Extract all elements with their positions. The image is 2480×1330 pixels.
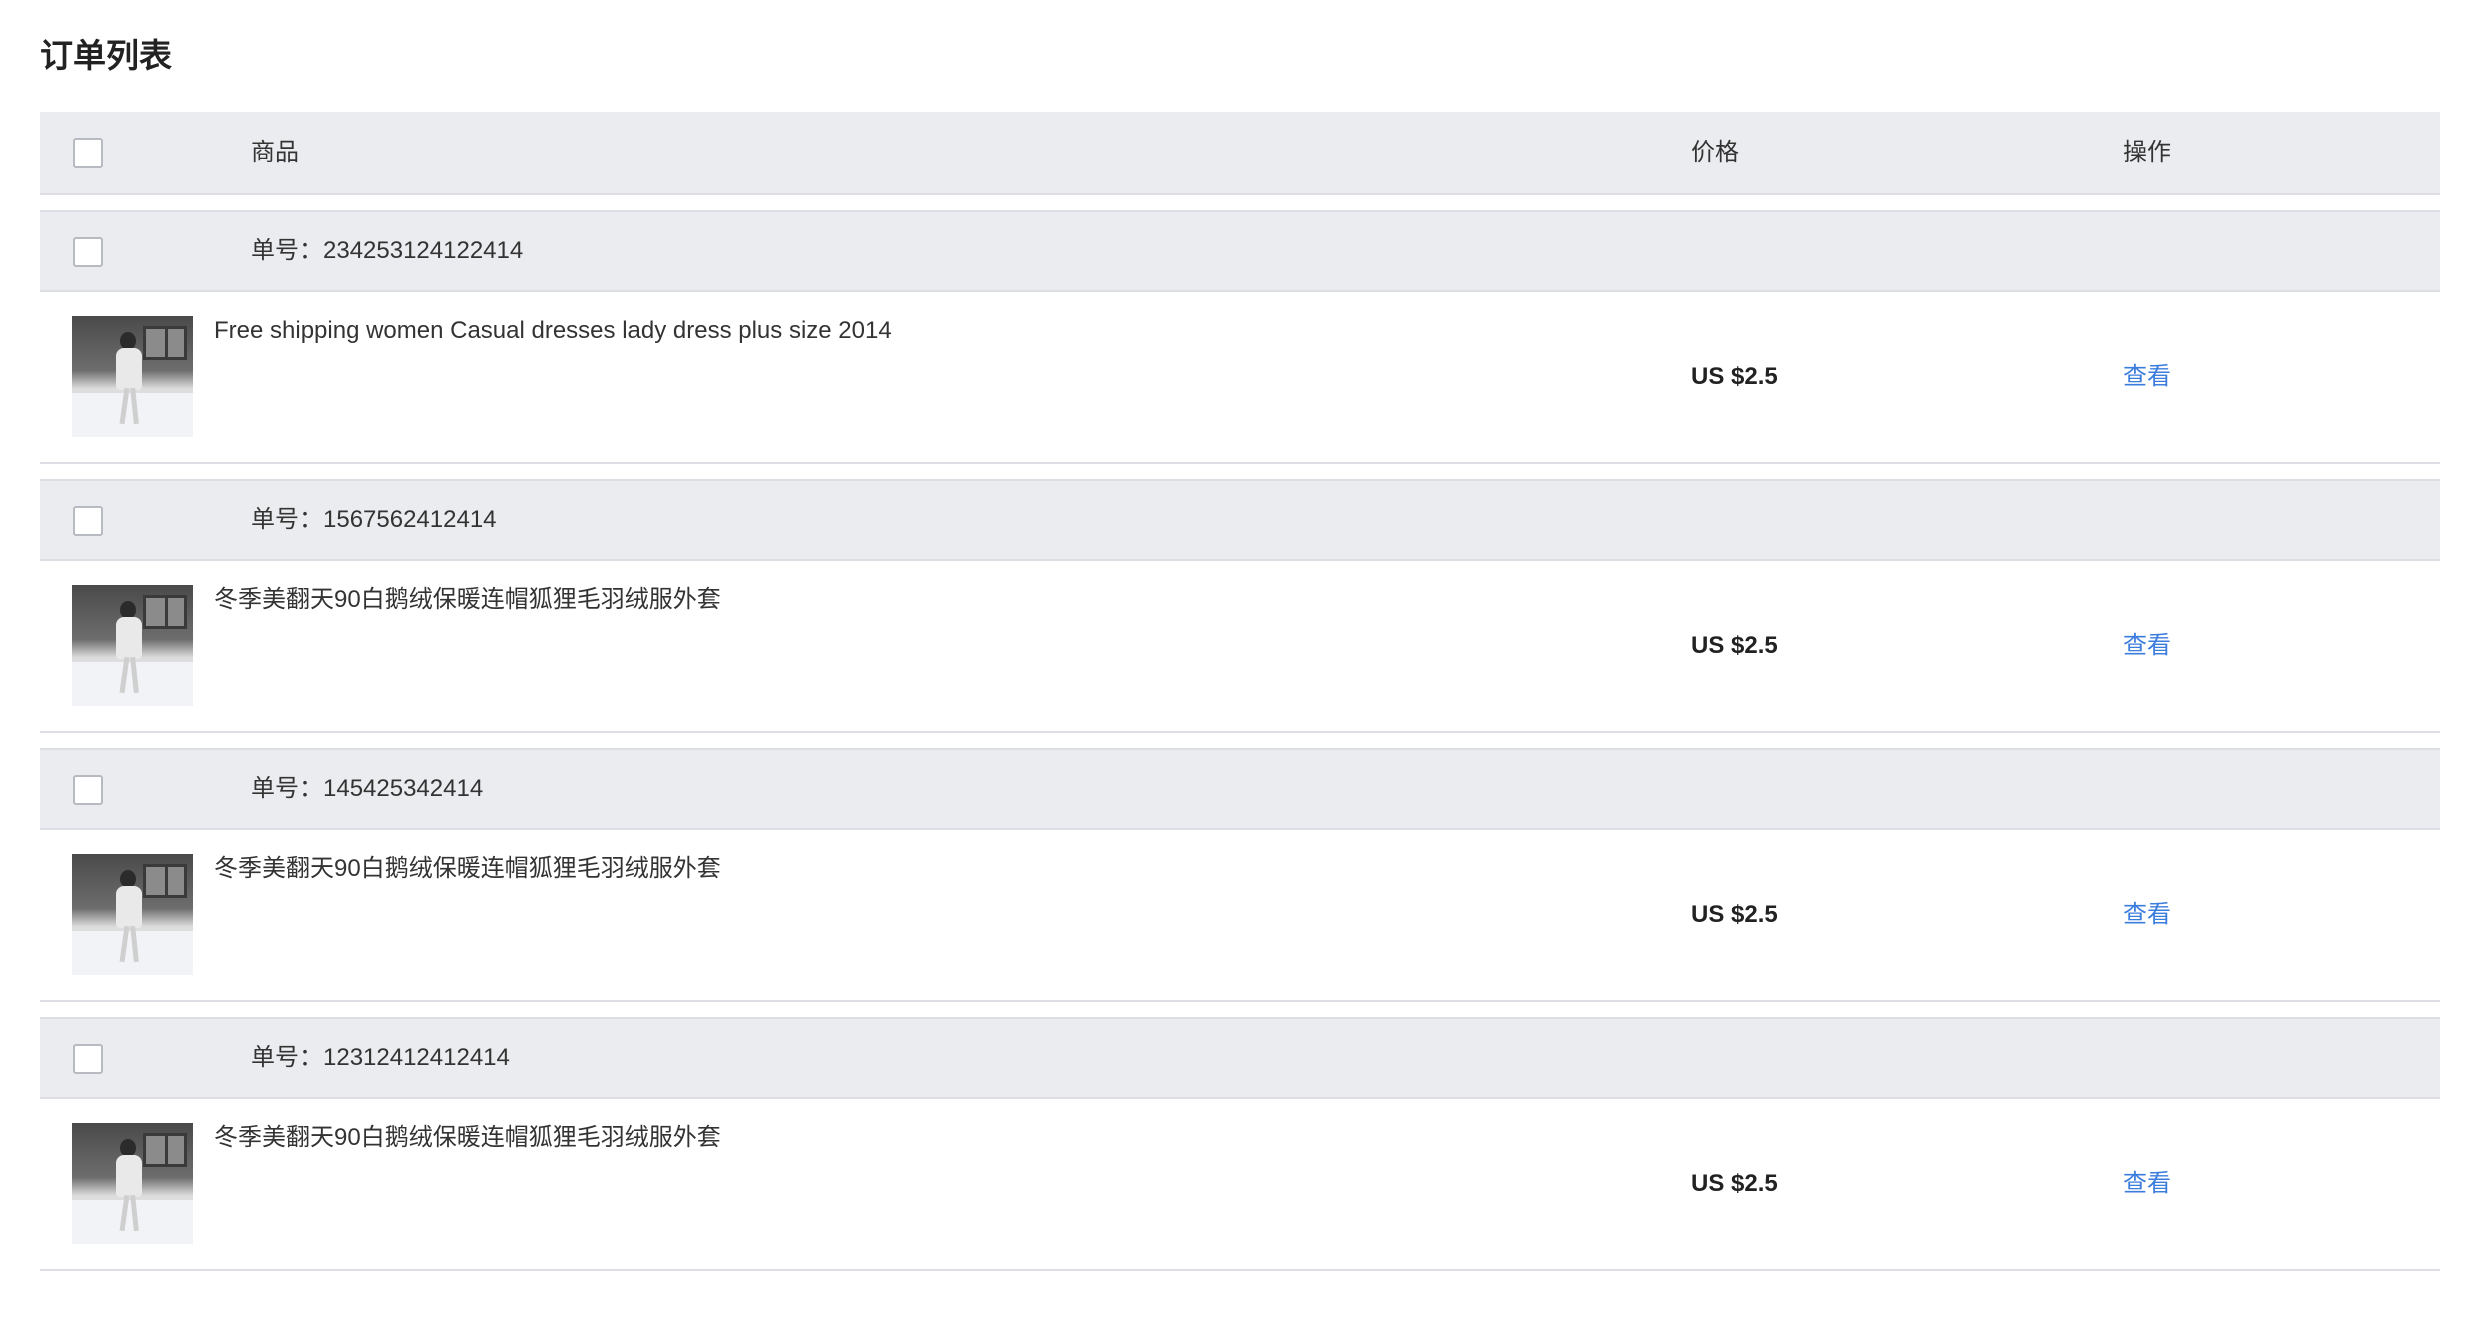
view-order-link[interactable]: 查看: [2123, 362, 2171, 392]
order-number: 单号：145425342414: [251, 775, 484, 802]
table-header: 商品 价格 操作: [40, 112, 2440, 195]
header-product: 商品: [251, 139, 299, 166]
order-table: 商品 价格 操作 单号：234253124122414 Free shippin…: [40, 112, 2440, 1271]
product-thumbnail[interactable]: [72, 316, 193, 437]
order-group: 单号：145425342414 冬季美翻天90白鹅绒保暖连帽狐狸毛羽绒服外套 U…: [40, 748, 2440, 1002]
order-item-row: Free shipping women Casual dresses lady …: [40, 292, 2440, 462]
order-header: 单号：234253124122414: [40, 210, 2440, 292]
product-thumbnail[interactable]: [72, 854, 193, 975]
header-action: 操作: [2123, 139, 2171, 166]
product-title[interactable]: 冬季美翻天90白鹅绒保暖连帽狐狸毛羽绒服外套: [214, 1123, 721, 1153]
order-checkbox[interactable]: [73, 506, 103, 536]
product-price: US $2.5: [1691, 1170, 1778, 1197]
order-list-page: 订单列表 商品 价格 操作 单号：234253124122414 Free sh…: [0, 0, 2480, 1330]
view-order-link[interactable]: 查看: [2123, 631, 2171, 661]
order-checkbox[interactable]: [73, 775, 103, 805]
product-thumbnail[interactable]: [72, 585, 193, 706]
order-header: 单号：1567562412414: [40, 479, 2440, 561]
product-price: US $2.5: [1691, 363, 1778, 390]
order-number: 单号：234253124122414: [251, 237, 524, 264]
order-number: 单号：12312412412414: [251, 1044, 510, 1071]
header-price: 价格: [1691, 139, 1739, 166]
page-title: 订单列表: [40, 37, 172, 74]
order-group: 单号：234253124122414 Free shipping women C…: [40, 210, 2440, 464]
view-order-link[interactable]: 查看: [2123, 900, 2171, 930]
order-group: 单号：12312412412414 冬季美翻天90白鹅绒保暖连帽狐狸毛羽绒服外套…: [40, 1017, 2440, 1271]
select-all-checkbox[interactable]: [73, 138, 103, 168]
order-item-row: 冬季美翻天90白鹅绒保暖连帽狐狸毛羽绒服外套 US $2.5 查看: [40, 1099, 2440, 1269]
order-checkbox[interactable]: [73, 237, 103, 267]
order-group: 单号：1567562412414 冬季美翻天90白鹅绒保暖连帽狐狸毛羽绒服外套 …: [40, 479, 2440, 733]
order-item-row: 冬季美翻天90白鹅绒保暖连帽狐狸毛羽绒服外套 US $2.5 查看: [40, 830, 2440, 1000]
order-item-row: 冬季美翻天90白鹅绒保暖连帽狐狸毛羽绒服外套 US $2.5 查看: [40, 561, 2440, 731]
product-title[interactable]: 冬季美翻天90白鹅绒保暖连帽狐狸毛羽绒服外套: [214, 585, 721, 615]
product-title[interactable]: 冬季美翻天90白鹅绒保暖连帽狐狸毛羽绒服外套: [214, 854, 721, 884]
order-number: 单号：1567562412414: [251, 506, 497, 533]
order-header: 单号：12312412412414: [40, 1017, 2440, 1099]
product-price: US $2.5: [1691, 632, 1778, 659]
product-title[interactable]: Free shipping women Casual dresses lady …: [214, 316, 892, 346]
product-thumbnail[interactable]: [72, 1123, 193, 1244]
product-price: US $2.5: [1691, 901, 1778, 928]
view-order-link[interactable]: 查看: [2123, 1169, 2171, 1199]
order-header: 单号：145425342414: [40, 748, 2440, 830]
order-checkbox[interactable]: [73, 1044, 103, 1074]
